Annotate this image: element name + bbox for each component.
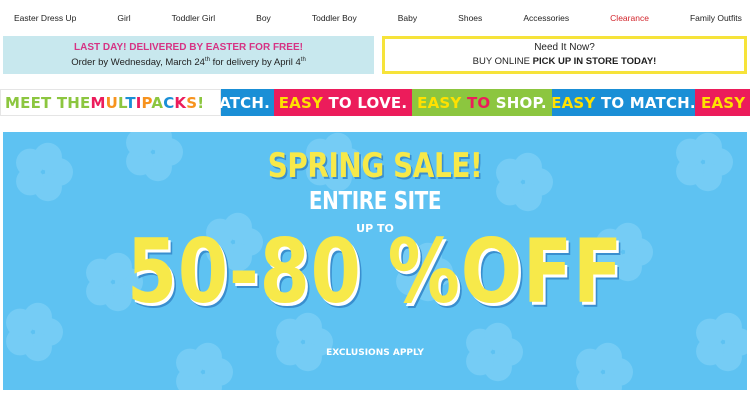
ribbon-easy-word: EASY bbox=[278, 93, 324, 112]
ribbon-shop-word: SHOP. bbox=[495, 93, 547, 112]
ribbon-to-word: TO bbox=[328, 93, 352, 112]
promo-details: Order by Wednesday, March 24 th for deliv… bbox=[3, 57, 374, 68]
nav-easter-dress-up[interactable]: Easter Dress Up bbox=[14, 13, 76, 23]
top-navigation: Easter Dress Up Girl Toddler Girl Boy To… bbox=[0, 0, 750, 36]
ribbon-easy-to-match: EASY TO MATCH. bbox=[551, 89, 696, 116]
ribbon-easy-word: EASY bbox=[417, 93, 462, 112]
pickup-headline: Need It Now? bbox=[534, 42, 595, 53]
ribbon-easy-to-love: EASY TO LOVE. bbox=[274, 89, 412, 116]
spring-sale-banner[interactable]: SPRING SALE! ENTIRE SITE UP TO 50-80 %OF… bbox=[3, 132, 747, 390]
promo-details-part2: for delivery by April 4 bbox=[209, 57, 301, 69]
nav-shoes[interactable]: Shoes bbox=[458, 13, 482, 23]
exclusions-link[interactable]: EXCLUSIONS APPLY bbox=[3, 348, 747, 358]
pickup-details: BUY ONLINE PICK UP IN STORE TODAY! bbox=[385, 56, 744, 67]
nav-girl[interactable]: Girl bbox=[117, 13, 130, 23]
nav-clearance[interactable]: Clearance bbox=[610, 13, 649, 23]
ribbon-love-word: LOVE. bbox=[357, 93, 408, 112]
pickup-in-store-promo[interactable]: Need It Now? BUY ONLINE PICK UP IN STORE… bbox=[382, 36, 747, 74]
sale-subtitle: ENTIRE SITE bbox=[308, 186, 442, 215]
easter-delivery-promo[interactable]: LAST DAY! DELIVERED BY EASTER FOR FREE! … bbox=[3, 36, 374, 74]
multipacks-ribbon[interactable]: MEET THE MULTIPACKS! ATCH. EASY TO LOVE.… bbox=[0, 89, 750, 116]
ribbon-easy-word: EASY bbox=[551, 93, 596, 112]
nav-family-outfits[interactable]: Family Outfits bbox=[690, 13, 742, 23]
pickup-details-part1: BUY ONLINE bbox=[472, 56, 533, 67]
ribbon-to-word: TO bbox=[600, 93, 625, 112]
pickup-details-bold: PICK UP IN STORE TODAY! bbox=[532, 56, 657, 67]
ribbon-meet-text: MEET THE bbox=[5, 93, 91, 112]
nav-boy[interactable]: Boy bbox=[256, 13, 271, 23]
promo-headline: LAST DAY! DELIVERED BY EASTER FOR FREE! bbox=[74, 42, 303, 53]
ribbon-match-word: MATCH. bbox=[629, 93, 696, 112]
nav-toddler-girl[interactable]: Toddler Girl bbox=[172, 13, 215, 23]
ribbon-easy-partial: EASY bbox=[695, 89, 750, 116]
ribbon-meet-multipacks: MEET THE MULTIPACKS! bbox=[0, 89, 221, 116]
nav-toddler-boy[interactable]: Toddler Boy bbox=[312, 13, 357, 23]
sale-discount: 50-80 %OFF bbox=[126, 220, 624, 323]
ribbon-multipacks-text: MULTIPACKS! bbox=[90, 93, 205, 112]
nav-baby[interactable]: Baby bbox=[398, 13, 417, 23]
ribbon-easy-to-shop: EASY TO SHOP. bbox=[412, 89, 552, 116]
ribbon-match-partial: ATCH. bbox=[219, 89, 274, 116]
nav-accessories[interactable]: Accessories bbox=[523, 13, 569, 23]
ribbon-to-word: TO bbox=[466, 93, 491, 112]
sale-title: SPRING SALE! bbox=[267, 146, 483, 186]
promo-details-part1: Order by Wednesday, March 24 bbox=[71, 57, 205, 69]
promo-sup-2: th bbox=[300, 57, 306, 63]
